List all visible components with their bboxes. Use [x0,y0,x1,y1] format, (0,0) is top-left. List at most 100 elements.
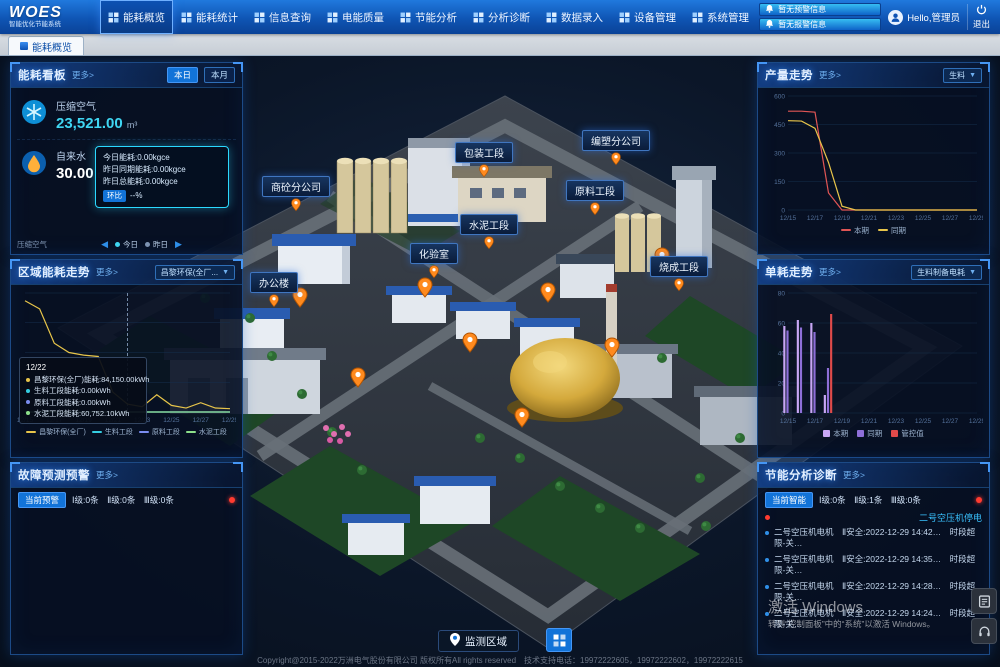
nav-item-energy-overview[interactable]: 能耗概览 [100,0,173,34]
next-arrow[interactable]: ▶ [175,239,182,250]
nav-item-label: 系统管理 [707,10,749,25]
side-tool-service-button[interactable] [971,618,997,644]
panel-header: 单耗走势 更多> 生料制备电耗▼ [758,260,989,285]
range-month-button[interactable]: 本月 [204,67,235,83]
bell-icon [765,19,774,30]
svg-text:12/19: 12/19 [834,418,851,425]
svg-text:0: 0 [781,208,785,215]
svg-text:12/17: 12/17 [807,215,824,222]
device-management-icon [619,12,630,23]
legend-item[interactable]: 生料工段 [92,427,133,437]
more-link[interactable]: 更多> [96,266,118,278]
logout-button[interactable]: 退出 [967,4,995,30]
energy-tooltip: 今日能耗:0.00kgce 昨日同期能耗:0.00kgce 昨日总能耗:0.00… [95,146,229,208]
svg-text:80: 80 [778,291,786,298]
energy-diagnosis-panel: 节能分析诊断 更多> 当前智能 Ⅰ级:0条 Ⅱ级:1条 Ⅲ级:0条 二号空压机停… [757,462,990,655]
more-link[interactable]: 更多> [819,69,841,81]
more-link[interactable]: 更多> [96,469,118,481]
fault-warning-panel: 故障预测预警 更多> 当前预警 Ⅰ级:0条 Ⅱ级:0条 Ⅲ级:0条 [10,462,243,655]
location-pin-icon [483,236,495,250]
legend-item[interactable]: 昌黎环保(全厂) [26,427,86,437]
legend-item[interactable]: 同期 [878,225,906,236]
output-selector-dropdown[interactable]: 生料▼ [943,68,982,83]
more-link[interactable]: 更多> [72,69,94,81]
tab-icon [20,42,28,50]
svg-text:12/29: 12/29 [969,215,983,222]
diagnosis-list-item[interactable]: 二号空压机电机 Ⅱ安全:2022-12-29 14:35… 时段超限-关… [765,554,982,576]
current-warning-tab[interactable]: 当前预警 [18,492,66,508]
building-label-kiln[interactable]: 烧成工段 [650,256,708,292]
nav-item-label: 设备管理 [634,10,676,25]
nav-item-info-query[interactable]: 信息查询 [246,0,319,34]
analysis-diagnosis-icon [473,12,484,23]
diagnosis-highlight-row: 二号空压机停电 [758,510,989,525]
panel-header: 能耗看板 更多> 本日 本月 [11,63,242,88]
building-label-office[interactable]: 办公楼 [250,272,298,308]
warning-banner[interactable]: 暂无预警信息 [759,3,881,16]
location-pin-icon [478,164,490,178]
diagnosis-list-item[interactable]: 二号空压机电机 Ⅱ安全:2022-12-29 14:42… 时段超限-关… [765,527,982,549]
nav-item-system-management[interactable]: 系统管理 [684,0,757,34]
legend-item[interactable]: 原料工段 [139,427,180,437]
panel-title: 故障预测预警 [18,467,90,483]
user-avatar-icon [888,10,903,25]
nav-item-energy-statistics[interactable]: 能耗统计 [173,0,246,34]
building-label-lab[interactable]: 化验室 [410,243,458,279]
panel-title: 能耗看板 [18,67,66,83]
nav-item-power-quality[interactable]: 电能质量 [319,0,392,34]
diagnosis-list-item[interactable]: 二号空压机电机 Ⅱ安全:2022-12-29 14:28… 时段超限-关… [765,581,982,603]
alarm-banner[interactable]: 暂无报警信息 [759,18,881,31]
energy-board-panel: 能耗看板 更多> 本日 本月 压缩空气 23,521.00 m³ 自来水 30.… [10,62,243,255]
legend-yesterday[interactable]: 昨日 [145,239,168,250]
main-nav: 能耗概览能耗统计 信息查询电能质量节能分析 分析诊断数据录入 设备管理 系统管理 [100,0,757,34]
monitor-area-button[interactable]: 监测区域 [438,630,519,652]
building-label-shangtun[interactable]: 商砼分公司 [262,176,330,212]
nav-item-analysis-diagnosis[interactable]: 分析诊断 [465,0,538,34]
building-label-raw-material[interactable]: 原料工段 [566,180,624,216]
tab-strip: 能耗概览 [0,34,1000,56]
unit-selector-dropdown[interactable]: 生料制备电耗▼ [911,265,982,280]
bell-icon [765,4,774,15]
side-tool-note-button[interactable] [971,588,997,614]
svg-text:12/21: 12/21 [861,418,878,425]
layer-switch-button[interactable] [546,628,572,652]
svg-text:300: 300 [774,151,785,158]
svg-text:150: 150 [774,179,785,186]
energy-item-compressed-air[interactable]: 压缩空气 23,521.00 m³ [17,90,236,140]
legend-item[interactable]: 本期 [823,428,848,439]
region-chart-tooltip: 12/22 昌黎环保(全厂)能耗:84,150.00kWh生料工段能耗:0.00… [19,357,147,424]
nav-item-data-entry[interactable]: 数据录入 [538,0,611,34]
diagnosis-list-item[interactable]: 二号空压机电机 Ⅱ安全:2022-12-29 14:24… 时段超限-关… [765,608,982,630]
top-header: WOES 智能优化节能系统 能耗概览能耗统计信息查询电能质量节能分析分析诊断数据… [0,0,1000,34]
legend-item[interactable]: 同期 [857,428,882,439]
user-info[interactable]: Hello,管理员 [888,10,960,25]
prev-arrow[interactable]: ◀ [101,239,108,250]
alert-dot-icon [976,497,982,503]
range-day-button[interactable]: 本日 [167,67,198,83]
nav-item-energy-analysis[interactable]: 节能分析 [392,0,465,34]
current-diagnosis-tab[interactable]: 当前智能 [765,492,813,508]
more-link[interactable]: 更多> [843,469,865,481]
info-query-icon [254,12,265,23]
building-label-packing[interactable]: 包装工段 [455,142,513,178]
building-label-biansu[interactable]: 编塑分公司 [582,130,650,166]
building-label-cement[interactable]: 水泥工段 [460,214,518,250]
nav-item-device-management[interactable]: 设备管理 [611,0,684,34]
legend-today[interactable]: 今日 [115,239,138,250]
legend-item[interactable]: 本期 [841,225,869,236]
region-chart-legend: 昌黎环保(全厂) 生料工段原料工段水泥工段 [17,425,236,439]
more-link[interactable]: 更多> [819,266,841,278]
svg-text:12/19: 12/19 [834,215,851,222]
power-quality-icon [327,12,338,23]
legend-item[interactable]: 水泥工段 [186,427,227,437]
legend-item[interactable]: 管控值 [891,428,924,439]
svg-text:600: 600 [774,94,785,101]
svg-text:12/27: 12/27 [942,418,959,425]
tab-energy-overview[interactable]: 能耗概览 [8,36,84,55]
diagnosis-highlight-text[interactable]: 二号空压机停电 [919,511,982,524]
nav-item-label: 信息查询 [269,10,311,25]
nav-item-label: 分析诊断 [488,10,530,25]
region-selector-dropdown[interactable]: 昌黎环保(全厂...▼ [155,265,235,280]
ratio-badge: 环比 [103,190,126,201]
svg-text:12/27: 12/27 [942,215,959,222]
